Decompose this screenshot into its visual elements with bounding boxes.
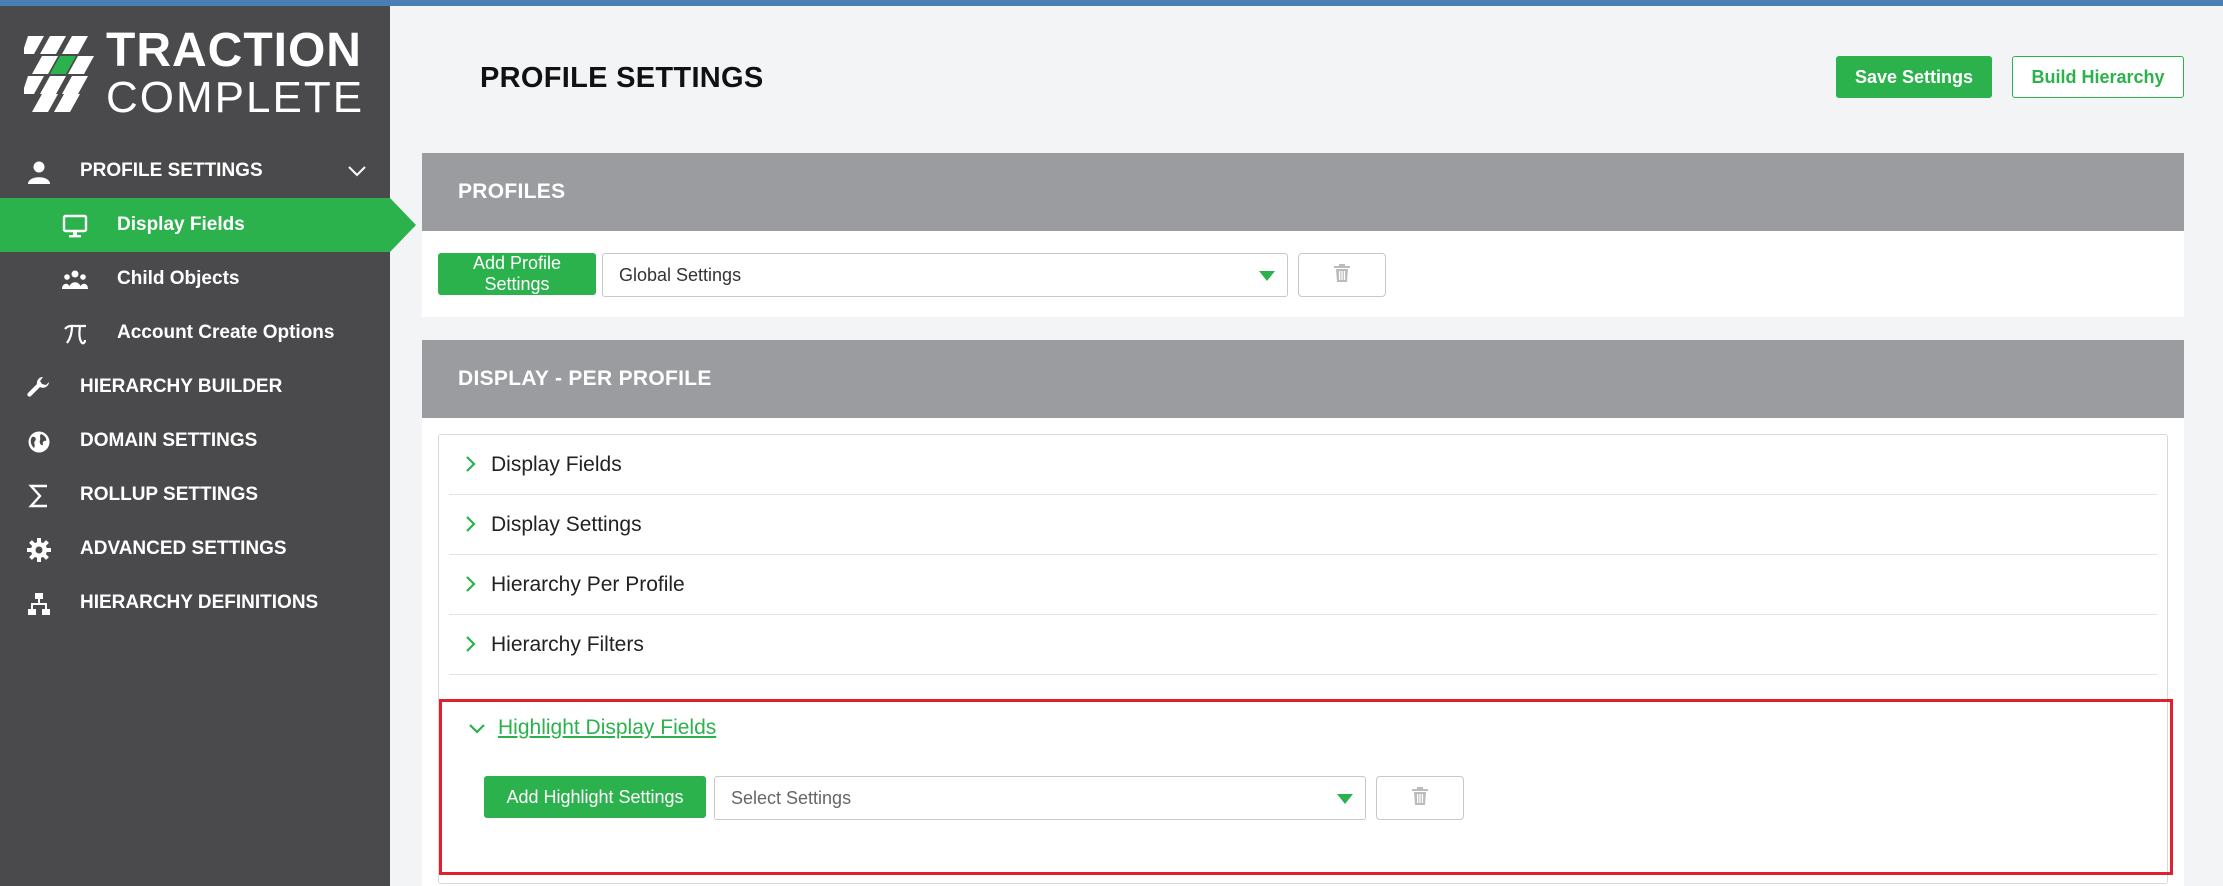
chevron-right-icon [465,455,477,478]
chevron-down-icon[interactable] [346,160,368,188]
main-content: PROFILE SETTINGS Save Settings Build Hie… [390,6,2223,886]
sidebar-item-domain-settings[interactable]: DOMAIN SETTINGS [0,414,390,468]
logo-line1: TRACTION [106,24,362,77]
display-section-header: DISPLAY - PER PROFILE [422,340,2184,418]
trash-icon [1334,263,1350,287]
sidebar-item-label: HIERARCHY DEFINITIONS [80,592,319,613]
sidebar-item-rollup-settings[interactable]: ROLLUP SETTINGS [0,468,390,522]
sidebar-item-label: ROLLUP SETTINGS [80,484,259,505]
chevron-down-icon[interactable] [468,722,486,740]
sidebar-item-hierarchy-builder[interactable]: HIERARCHY BUILDER [0,360,390,414]
caret-down-icon [1259,271,1275,281]
accordion-item-hierarchy-per-profile[interactable]: Hierarchy Per Profile [449,555,2157,615]
sidebar-item-label: HIERARCHY BUILDER [80,376,283,397]
wrench-icon [26,375,52,401]
add-profile-settings-button[interactable]: Add Profile Settings [438,253,596,295]
page-title: PROFILE SETTINGS [480,62,764,94]
sidebar-item-label: Child Objects [117,268,240,289]
sidebar-item-display-fields[interactable]: Display Fields [0,198,416,252]
user-icon [26,159,52,185]
trash-icon [1412,786,1428,810]
profile-select[interactable]: Global Settings [602,253,1288,297]
accordion-item-display-fields[interactable]: Display Fields [449,435,2157,495]
sidebar-item-label: DOMAIN SETTINGS [80,430,258,451]
monitor-icon [62,213,88,239]
sidebar-item-label: Account Create Options [117,322,335,343]
display-section-body: Display Fields Display Settings Hierarch… [422,418,2184,886]
logo-line2: COMPLETE [106,73,365,122]
gear-icon [26,537,52,563]
highlight-display-fields-panel: Highlight Display Fields Add Highlight S… [439,699,2173,875]
highlight-display-fields-link[interactable]: Highlight Display Fields [498,716,716,740]
sidebar-item-profile-settings[interactable]: PROFILE SETTINGS [0,144,390,198]
sidebar-item-hierarchy-definitions[interactable]: HIERARCHY DEFINITIONS [0,576,390,630]
accordion-item-hierarchy-filters[interactable]: Hierarchy Filters [449,615,2157,675]
add-highlight-settings-button[interactable]: Add Highlight Settings [484,776,706,818]
sitemap-icon [26,591,52,617]
display-accordion: Display Fields Display Settings Hierarch… [438,434,2173,884]
sidebar-item-label: ADVANCED SETTINGS [80,538,287,559]
build-hierarchy-button[interactable]: Build Hierarchy [2012,56,2184,98]
logo: TRACTION COMPLETE [22,26,364,121]
sidebar-item-advanced-settings[interactable]: ADVANCED SETTINGS [0,522,390,576]
sidebar: TRACTION COMPLETE PROFILE SETTINGS Displ… [0,6,416,886]
sidebar-item-account-create-options[interactable]: Account Create Options [0,306,390,360]
delete-highlight-button[interactable] [1376,776,1464,820]
chevron-right-icon [465,515,477,538]
sidebar-nav: PROFILE SETTINGS Display Fields Child Ob… [0,144,416,630]
accordion-item-label: Display Fields [491,452,622,476]
sidebar-item-label: Display Fields [117,214,245,235]
save-settings-button[interactable]: Save Settings [1836,56,1992,98]
profiles-section-body: Add Profile Settings Global Settings [422,231,2184,317]
accordion-item-label: Hierarchy Per Profile [491,572,685,596]
accordion-item-display-settings[interactable]: Display Settings [449,495,2157,555]
pi-icon [62,321,88,347]
globe-icon [26,429,52,455]
logo-mark-icon [22,32,96,117]
caret-down-icon [1337,794,1353,804]
accordion-item-label: Display Settings [491,512,642,536]
profile-select-value: Global Settings [619,264,742,285]
accordion-item-label: Hierarchy Filters [491,632,644,656]
logo-text: TRACTION COMPLETE [106,26,364,120]
delete-profile-button[interactable] [1298,253,1386,297]
sidebar-item-child-objects[interactable]: Child Objects [0,252,390,306]
sigma-icon [26,483,52,509]
sidebar-item-label: PROFILE SETTINGS [80,160,263,181]
chevron-right-icon [465,635,477,658]
highlight-select-placeholder: Select Settings [731,787,852,808]
profiles-section-header: PROFILES [422,153,2184,231]
chevron-right-icon [465,575,477,598]
highlight-settings-select[interactable]: Select Settings [714,776,1366,820]
people-icon [62,267,88,293]
